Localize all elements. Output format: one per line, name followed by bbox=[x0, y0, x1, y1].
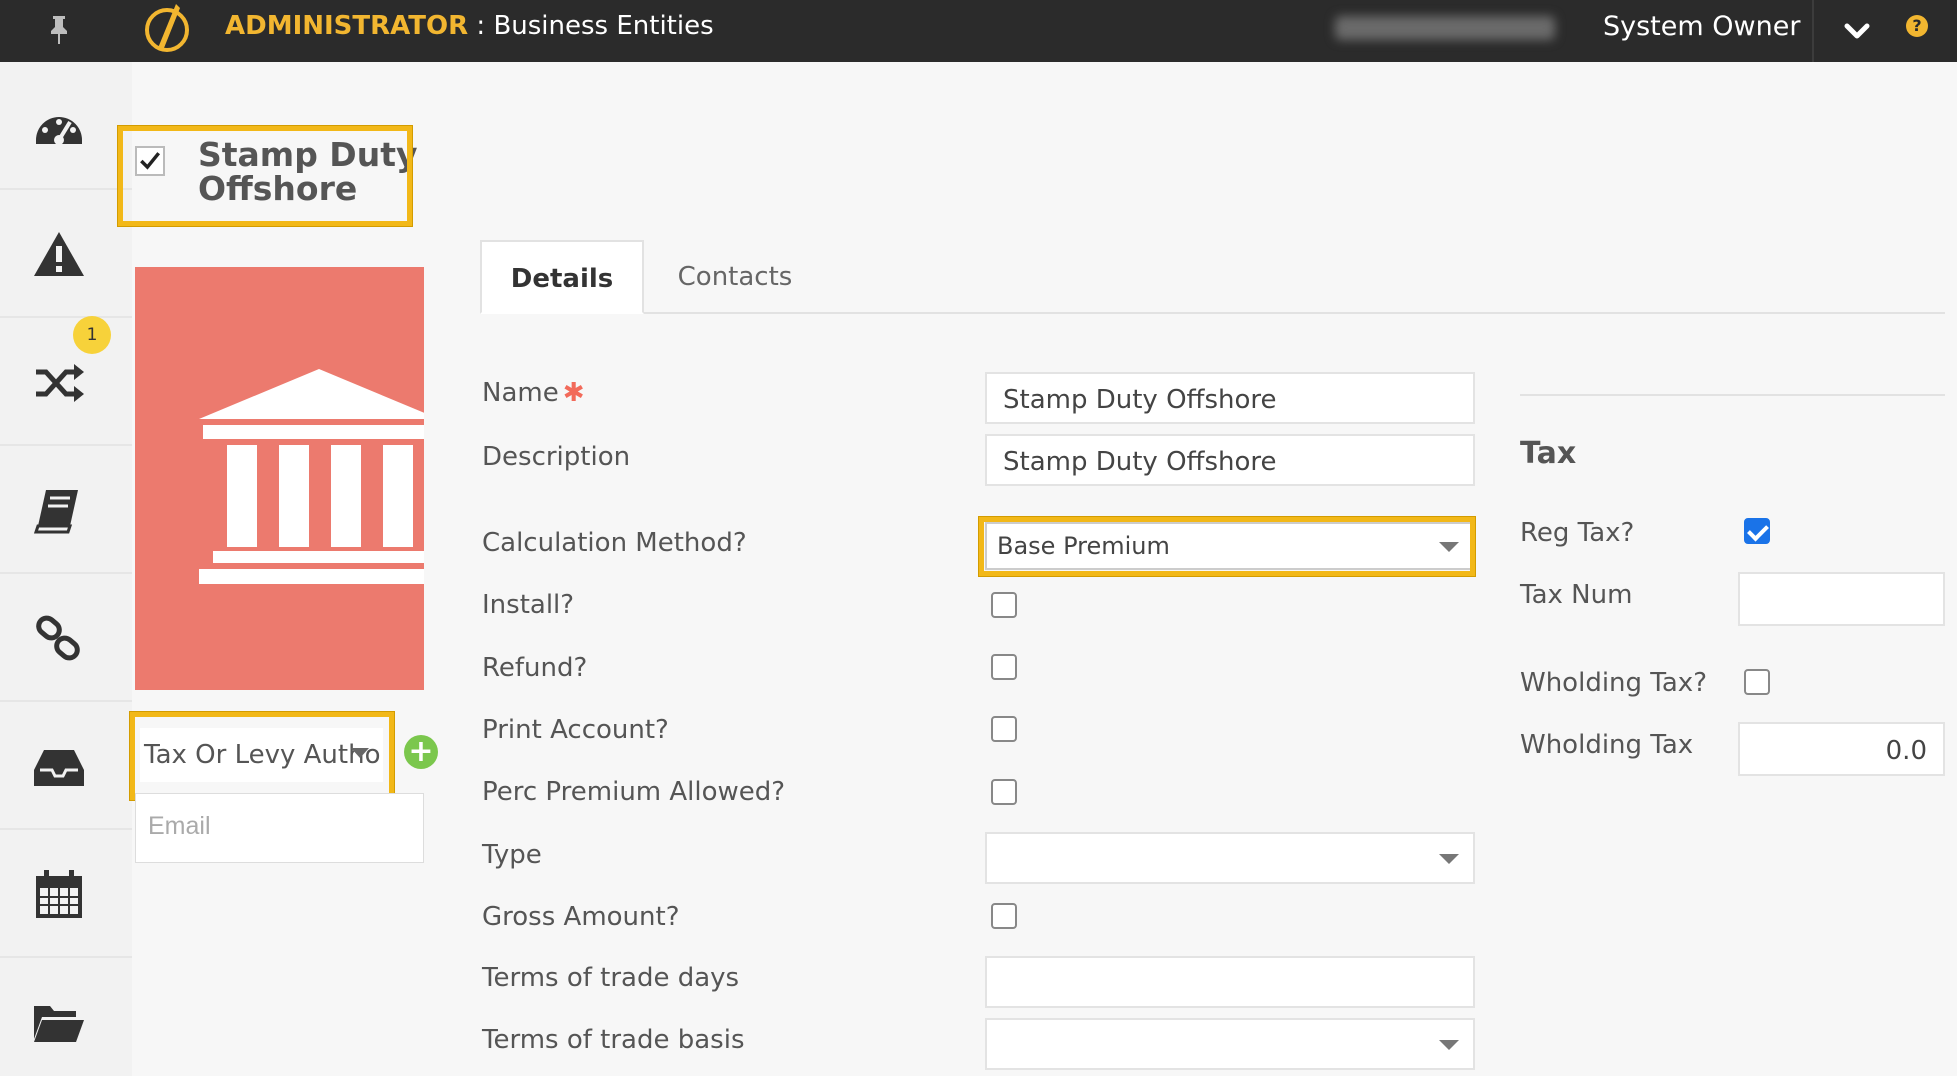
chevron-down-icon[interactable] bbox=[1840, 14, 1874, 48]
entity-select-checkbox[interactable] bbox=[135, 146, 165, 176]
calc-method-value: Base Premium bbox=[997, 532, 1170, 560]
role-label: ADMINISTRATOR bbox=[225, 11, 469, 41]
description-label: Description bbox=[482, 442, 631, 472]
type-label: Type bbox=[482, 840, 542, 870]
terms-days-input[interactable] bbox=[985, 956, 1475, 1008]
dropdown-arrow-icon bbox=[1439, 854, 1459, 864]
print-account-checkbox[interactable] bbox=[991, 716, 1017, 742]
perc-premium-label: Perc Premium Allowed? bbox=[482, 777, 786, 807]
name-label: Name ✱ bbox=[482, 378, 585, 408]
dashboard-icon bbox=[36, 117, 82, 145]
inbox-icon bbox=[34, 750, 84, 786]
install-checkbox[interactable] bbox=[991, 592, 1017, 618]
calc-method-label: Calculation Method? bbox=[482, 528, 747, 558]
add-icon[interactable]: + bbox=[404, 735, 438, 769]
sidebar: 1 bbox=[0, 62, 132, 1076]
wholding-tax-checkbox[interactable] bbox=[1744, 669, 1770, 695]
type-select[interactable] bbox=[985, 832, 1475, 884]
sidebar-item-inbox[interactable] bbox=[0, 702, 132, 830]
install-label: Install? bbox=[482, 590, 575, 620]
name-input[interactable]: Stamp Duty Offshore bbox=[985, 372, 1475, 424]
tax-section-title: Tax bbox=[1520, 436, 1577, 471]
blurred-timestamp bbox=[1335, 16, 1555, 40]
description-input[interactable]: Stamp Duty Offshore bbox=[985, 434, 1475, 486]
title-separator: : bbox=[468, 11, 494, 41]
pin-icon[interactable] bbox=[45, 14, 73, 46]
refund-label: Refund? bbox=[482, 653, 588, 683]
dropdown-arrow-icon bbox=[351, 748, 369, 758]
terms-basis-select[interactable] bbox=[985, 1018, 1475, 1070]
alert-count-badge: 1 bbox=[73, 316, 111, 354]
terms-basis-label: Terms of trade basis bbox=[482, 1025, 745, 1055]
name-label-text: Name bbox=[482, 378, 559, 408]
terms-days-label: Terms of trade days bbox=[482, 963, 740, 993]
sidebar-item-folder[interactable] bbox=[0, 958, 132, 1076]
dropdown-arrow-icon bbox=[1439, 1040, 1459, 1050]
section-label: Business Entities bbox=[493, 11, 714, 41]
tab-details[interactable]: Details bbox=[480, 240, 644, 314]
link-icon bbox=[36, 615, 80, 661]
sidebar-item-alerts[interactable] bbox=[0, 190, 132, 318]
entity-name: Stamp Duty Offshore bbox=[198, 135, 418, 208]
tax-num-label: Tax Num bbox=[1520, 580, 1633, 610]
sidebar-item-links[interactable] bbox=[0, 574, 132, 702]
alert-icon bbox=[34, 232, 84, 276]
print-account-label: Print Account? bbox=[482, 715, 669, 745]
wholding-tax-q-label: Wholding Tax? bbox=[1520, 668, 1707, 698]
gross-amount-label: Gross Amount? bbox=[482, 902, 680, 932]
help-icon[interactable]: ? bbox=[1906, 15, 1928, 37]
page-title: ADMINISTRATOR : Business Entities bbox=[225, 11, 714, 41]
calendar-icon bbox=[36, 870, 82, 918]
sidebar-item-dashboard[interactable] bbox=[0, 62, 132, 190]
calc-method-select[interactable]: Base Premium bbox=[985, 522, 1475, 570]
perc-premium-checkbox[interactable] bbox=[991, 779, 1017, 805]
entity-type-select[interactable]: Tax Or Levy Autho bbox=[140, 728, 383, 782]
required-marker: ✱ bbox=[562, 378, 585, 408]
sidebar-item-shuffle[interactable] bbox=[0, 318, 132, 446]
topbar-divider bbox=[1812, 0, 1814, 62]
building-icon bbox=[199, 369, 424, 584]
reg-tax-label: Reg Tax? bbox=[1520, 518, 1635, 548]
wholding-tax-label: Wholding Tax bbox=[1520, 730, 1694, 760]
tax-num-input[interactable] bbox=[1738, 572, 1945, 626]
reg-tax-checkbox[interactable] bbox=[1744, 518, 1770, 544]
gross-amount-checkbox[interactable] bbox=[991, 903, 1017, 929]
entity-image bbox=[135, 267, 424, 690]
entity-type-value: Tax Or Levy Autho bbox=[144, 740, 381, 770]
book-icon bbox=[33, 490, 78, 534]
check-icon bbox=[140, 152, 161, 170]
shuffle-icon bbox=[36, 364, 84, 402]
dropdown-arrow-icon bbox=[1439, 542, 1459, 552]
email-field[interactable]: Email bbox=[135, 793, 424, 863]
folder-icon bbox=[34, 1006, 84, 1042]
sidebar-item-book[interactable] bbox=[0, 446, 132, 574]
refund-checkbox[interactable] bbox=[991, 654, 1017, 680]
app-logo-icon[interactable] bbox=[142, 2, 192, 54]
tab-contacts[interactable]: Contacts bbox=[660, 240, 810, 314]
user-name[interactable]: System Owner bbox=[1603, 11, 1800, 42]
wholding-tax-input[interactable]: 0.0 bbox=[1738, 722, 1945, 776]
sidebar-item-calendar[interactable] bbox=[0, 830, 132, 958]
top-bar: ADMINISTRATOR : Business Entities System… bbox=[0, 0, 1957, 62]
tax-divider bbox=[1520, 394, 1945, 396]
